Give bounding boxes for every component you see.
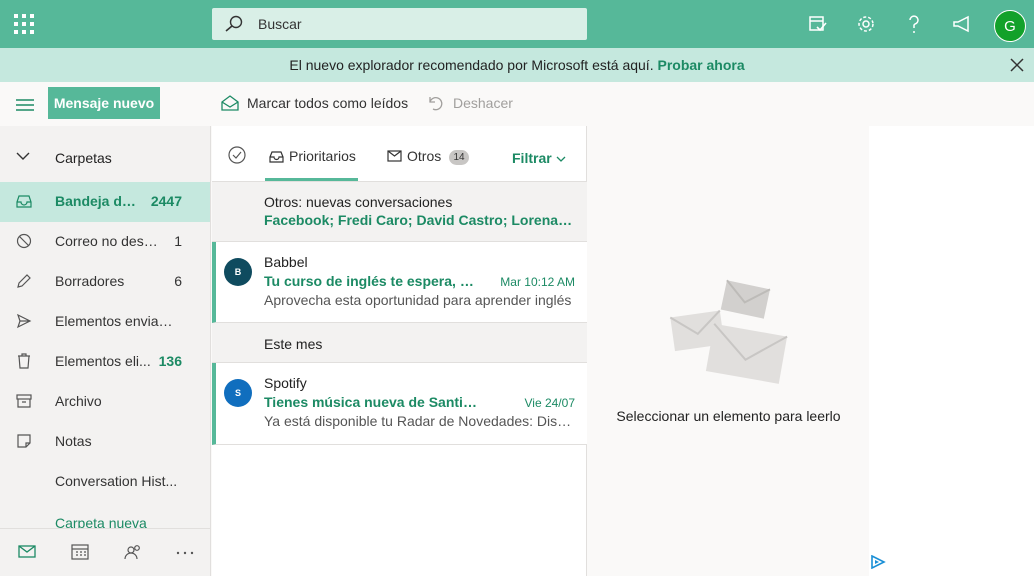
command-bar: Mensaje nuevo Marcar todos como leídos D…: [0, 82, 1034, 126]
top-bar: Buscar G: [0, 0, 1034, 48]
folder-inbox[interactable]: Bandeja de... 2447: [0, 182, 210, 222]
tab-focused-label: Prioritarios: [289, 148, 356, 164]
pencil-icon: [17, 274, 31, 288]
browser-banner: El nuevo explorador recomendado por Micr…: [0, 48, 1034, 82]
search-box[interactable]: Buscar: [212, 8, 587, 40]
module-switcher: [0, 528, 210, 576]
folder-label: Conversation Hist...: [55, 473, 178, 489]
select-all-icon[interactable]: [228, 146, 246, 164]
new-message-button[interactable]: Mensaje nuevo: [48, 87, 160, 119]
group-header: Este mes: [212, 323, 587, 363]
other-new-title: Otros: nuevas conversaciones: [264, 194, 453, 210]
mail-date: Mar 10:12 AM: [500, 275, 575, 289]
undo-icon: [429, 97, 443, 111]
active-tab-indicator: [265, 178, 358, 181]
avatar[interactable]: G: [994, 10, 1026, 42]
filter-button[interactable]: Filtrar: [512, 150, 566, 166]
folder-pane: Carpetas Bandeja de... 2447 Correo no de…: [0, 126, 211, 576]
ad-pane: [869, 126, 1034, 576]
reading-pane: Seleccionar un elemento para leerlo: [588, 126, 869, 576]
list-item[interactable]: S Spotify Tienes música nueva de Santiag…: [212, 363, 587, 445]
hamburger-icon[interactable]: [16, 98, 34, 112]
inbox-tabs: Prioritarios Otros 14 Filtrar: [212, 126, 587, 182]
folder-count: 6: [174, 273, 182, 289]
folder-count: 1: [174, 233, 182, 249]
sender-avatar: B: [224, 258, 252, 286]
mail-subject: Tu curso de inglés te espera, ahora...: [264, 273, 479, 289]
mail-preview: Ya está disponible tu Radar de Novedades…: [264, 413, 574, 429]
list-item[interactable]: B Babbel Tu curso de inglés te espera, a…: [212, 242, 587, 323]
folder-count: 2447: [150, 193, 182, 209]
folder-label: Correo no dese...: [55, 233, 163, 249]
note-icon: [17, 434, 31, 448]
archive-icon: [16, 394, 32, 408]
group-header-label: Este mes: [264, 336, 323, 352]
filter-label: Filtrar: [512, 150, 552, 166]
empty-reading-text: Seleccionar un elemento para leerlo: [616, 408, 841, 424]
feedback-icon[interactable]: [951, 13, 973, 35]
ad-choices-icon[interactable]: [870, 555, 886, 569]
help-icon[interactable]: [903, 13, 925, 35]
mail-preview: Aprovecha esta oportunidad para aprender…: [264, 292, 572, 308]
folders-header[interactable]: Carpetas: [0, 144, 211, 172]
app-launcher-icon[interactable]: [14, 14, 34, 34]
chevron-down-icon: [16, 152, 30, 160]
gear-icon[interactable]: [855, 13, 877, 35]
search-icon: [225, 15, 243, 32]
envelope-icon: [387, 150, 402, 162]
inbox-icon: [16, 195, 32, 208]
people-icon[interactable]: [124, 544, 142, 560]
folder-label: Notas: [55, 433, 92, 449]
sender-avatar: S: [224, 379, 252, 407]
search-input[interactable]: Buscar: [258, 16, 302, 32]
my-day-icon[interactable]: [807, 13, 829, 35]
mail-icon[interactable]: [18, 544, 36, 558]
other-new-conversations[interactable]: Otros: nuevas conversaciones Facebook; F…: [212, 182, 587, 242]
folder-drafts[interactable]: Borradores 6: [0, 262, 210, 302]
sender-name: Babbel: [264, 254, 308, 270]
inbox-icon: [269, 151, 284, 163]
blocked-icon: [16, 233, 32, 249]
mail-date: Vie 24/07: [524, 396, 576, 410]
sender-name: Spotify: [264, 375, 307, 391]
folder-sent[interactable]: Elementos enviad...: [0, 302, 210, 342]
trash-icon: [18, 353, 30, 369]
banner-link[interactable]: Probar ahora: [657, 57, 744, 73]
folder-label: Archivo: [55, 393, 102, 409]
folder-label: Bandeja de...: [55, 193, 140, 209]
folder-archive[interactable]: Archivo: [0, 382, 210, 422]
folder-deleted[interactable]: Elementos eli... 136: [0, 342, 210, 382]
folder-junk[interactable]: Correo no dese... 1: [0, 222, 210, 262]
folder-count: 136: [158, 353, 182, 369]
mark-all-read-label: Marcar todos como leídos: [247, 95, 409, 111]
undo-label: Deshacer: [453, 95, 513, 111]
calendar-icon[interactable]: [71, 544, 89, 560]
banner-text: El nuevo explorador recomendado por Micr…: [289, 57, 654, 73]
mail-subject: Tienes música nueva de Santiago...: [264, 394, 479, 410]
chevron-down-icon: [556, 156, 566, 162]
open-envelope-icon: [221, 95, 239, 111]
folder-label: Elementos eli...: [55, 353, 151, 369]
tab-other-label: Otros: [407, 148, 442, 164]
folder-label: Borradores: [55, 273, 125, 289]
envelopes-illustration: [669, 279, 788, 384]
message-list: Prioritarios Otros 14 Filtrar Otros: nue…: [212, 126, 587, 576]
folder-label: Elementos enviad...: [55, 313, 177, 329]
unread-badge: 14: [449, 150, 469, 165]
folder-notes[interactable]: Notas: [0, 422, 210, 462]
close-icon[interactable]: [1010, 58, 1024, 72]
folder-conversation-history[interactable]: Conversation Hist...: [0, 462, 210, 502]
other-new-senders: Facebook; Fredi Caro; David Castro; Lore…: [264, 212, 574, 228]
more-icon[interactable]: [176, 551, 194, 555]
folders-header-label: Carpetas: [55, 150, 112, 166]
send-icon: [16, 313, 32, 329]
